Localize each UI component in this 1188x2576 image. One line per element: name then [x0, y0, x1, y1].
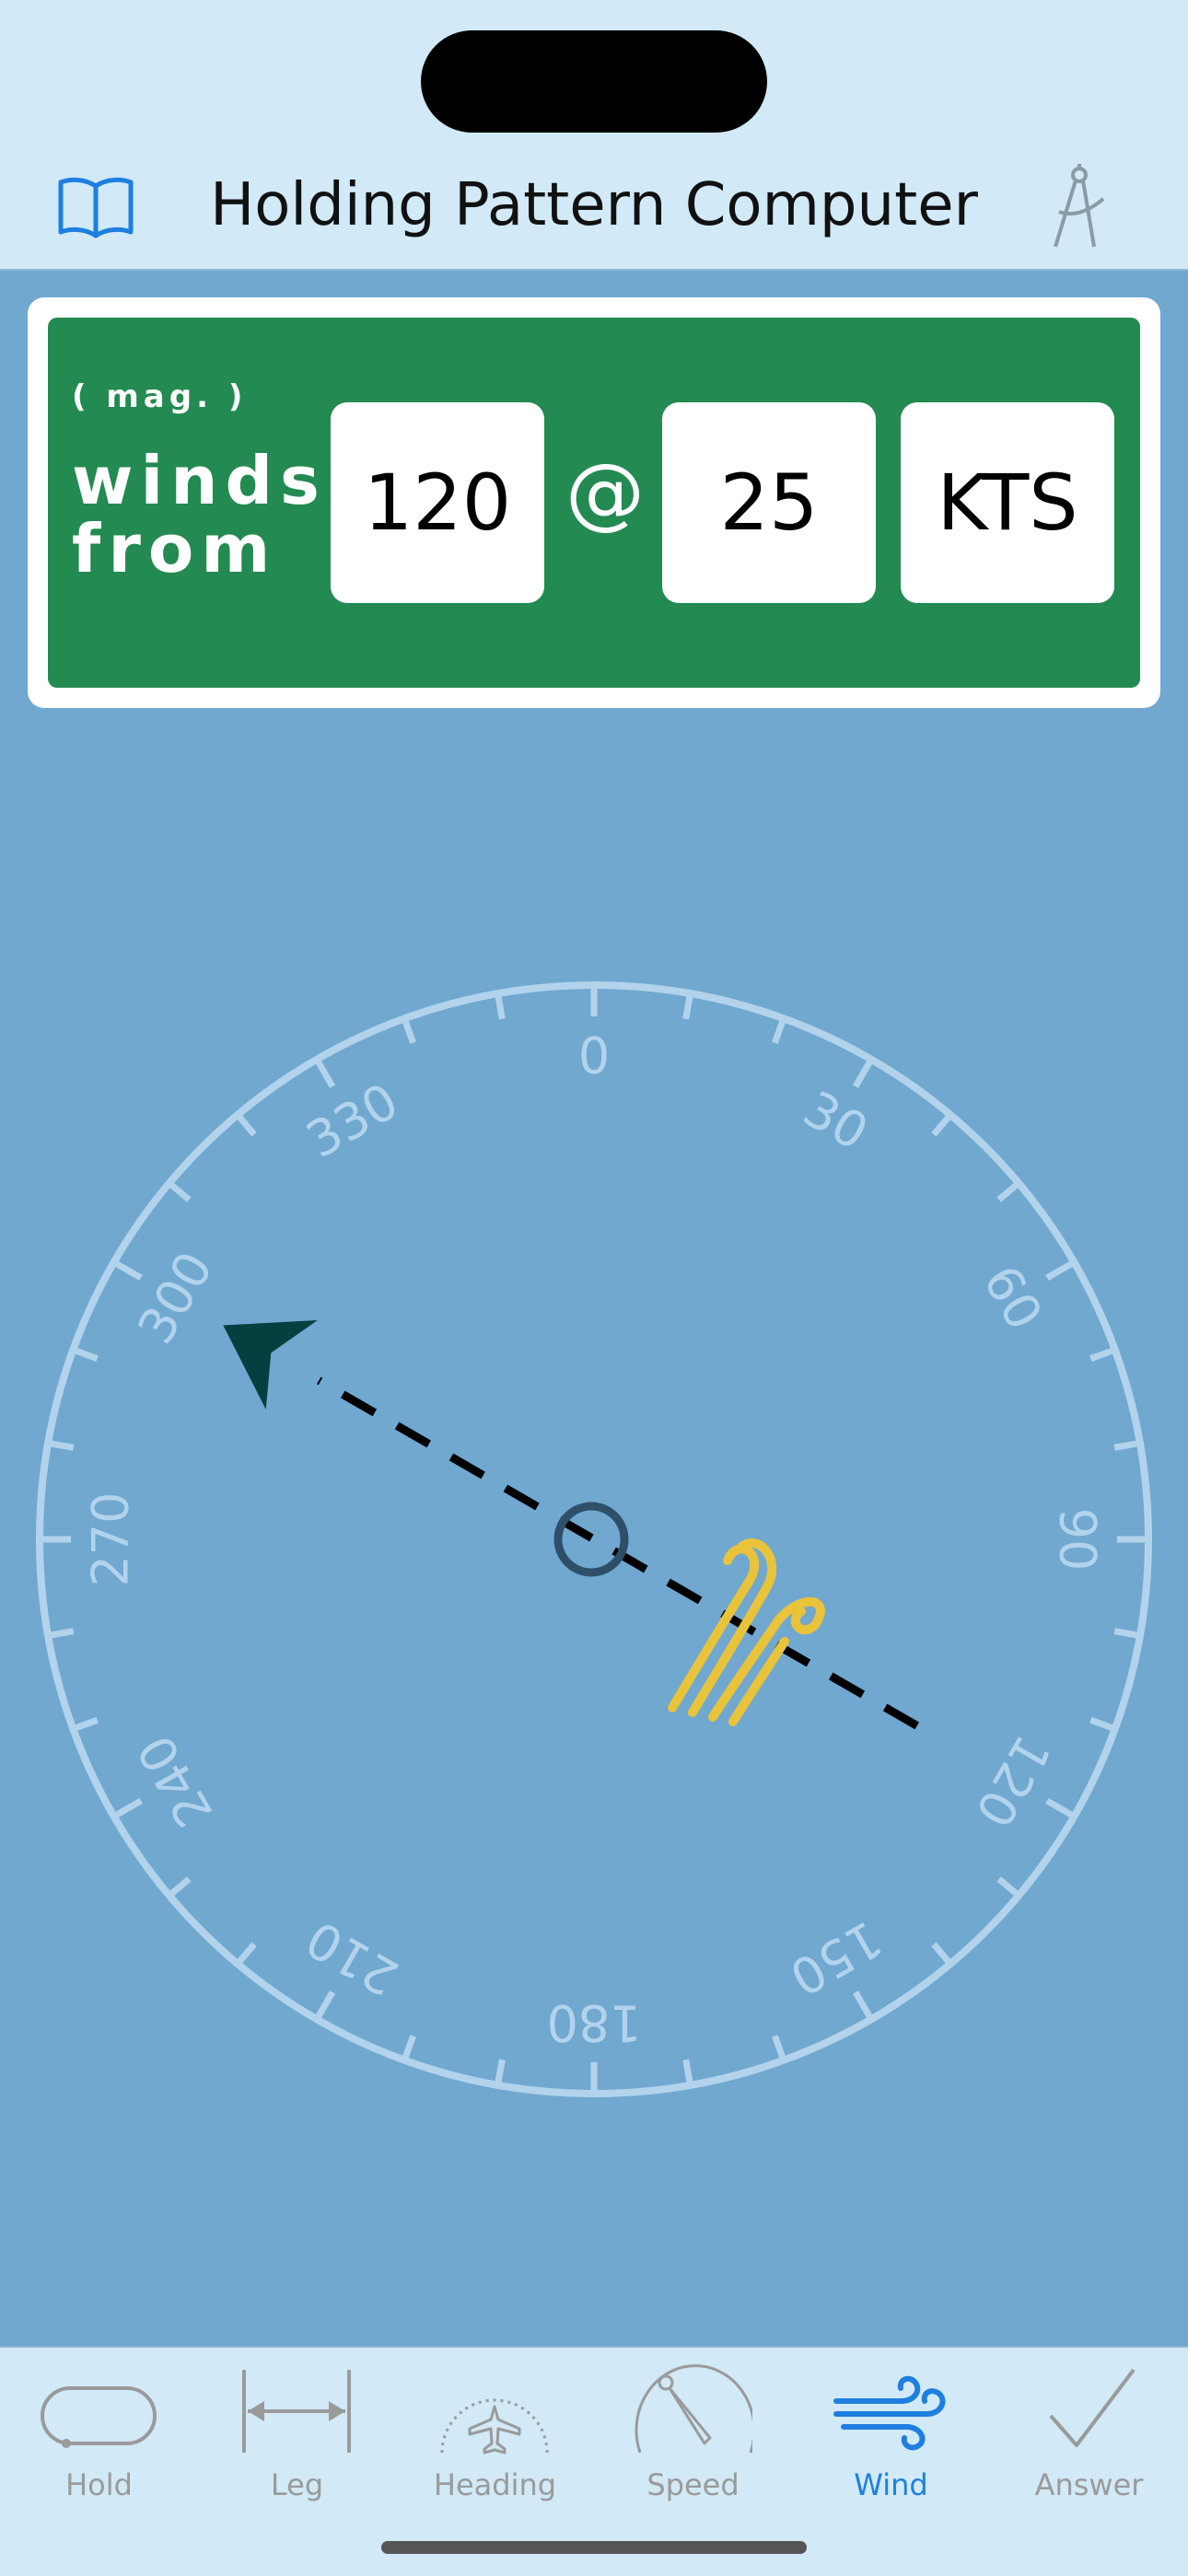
tab-wind[interactable]: Wind [792, 2348, 990, 2532]
compass-tick [931, 1112, 953, 1137]
magnetic-label: ( mag. ) [72, 378, 248, 415]
compass-tick [167, 1876, 192, 1898]
tab-heading[interactable]: Heading [396, 2348, 594, 2532]
wind-swirl-icon [668, 1538, 825, 1726]
compass-tick [852, 1990, 875, 2022]
compass-label: 270 [82, 1491, 140, 1586]
compass-tick [1113, 1440, 1141, 1451]
compass-tick [996, 1180, 1021, 1202]
wind-direction-field[interactable]: 120 [331, 402, 544, 603]
from-label: from [72, 510, 278, 587]
compass-tick [931, 1942, 953, 1967]
compass-tick [772, 1017, 787, 1044]
compass-label: 240 [126, 1725, 224, 1837]
compass-tick [235, 1112, 257, 1137]
compass-rose[interactable]: 0 30 60 90 120 150 180 210 240 270 300 330 [0, 957, 1188, 2154]
compass-tick [313, 1990, 336, 2022]
center-circle [553, 1502, 629, 1577]
at-sign: @ [565, 447, 645, 539]
compass-tick [682, 2059, 693, 2086]
compass-label: 0 [578, 1027, 610, 1085]
compass-tick [1089, 1346, 1116, 1362]
compass-tick [682, 992, 693, 1020]
compass-tick [47, 1628, 75, 1639]
compass-tick [313, 1057, 336, 1088]
tab-leg[interactable]: Leg [198, 2348, 396, 2532]
compass-label: 210 [297, 1909, 408, 2007]
wind-input-panel: ( mag. ) winds from 120 @ 25 KTS [48, 318, 1140, 688]
compass-tick [401, 2035, 416, 2061]
tab-leg-label: Leg [270, 2467, 324, 2502]
compass-label: 120 [964, 1725, 1062, 1837]
speed-unit-selector[interactable]: KTS [901, 402, 1114, 603]
tab-speed-label: Speed [646, 2467, 740, 2502]
page-title: Holding Pattern Computer [210, 171, 978, 239]
tab-speed[interactable]: Speed [594, 2348, 792, 2532]
navigation-bar: Holding Pattern Computer [0, 0, 1188, 271]
tab-heading-label: Heading [433, 2467, 557, 2502]
compass-tick [852, 1057, 875, 1088]
compass-tick [495, 992, 506, 1020]
wind-vector [223, 1320, 919, 1730]
leg-length-icon [242, 2370, 351, 2453]
compass-tick [1089, 1717, 1116, 1733]
compass-tick [1045, 1259, 1077, 1282]
compass-tick [996, 1876, 1021, 1898]
tab-answer-label: Answer [1034, 2467, 1144, 2502]
compass-tick [72, 1717, 99, 1733]
compass-tick [401, 1017, 416, 1044]
compass-label: 60 [972, 1256, 1054, 1340]
wind-input-card: ( mag. ) winds from 120 @ 25 KTS [28, 297, 1160, 708]
compass-tick [47, 1440, 75, 1451]
compass-label: 330 [297, 1072, 408, 1169]
home-indicator [381, 2541, 807, 2554]
wind-icon [833, 2375, 946, 2451]
tab-answer[interactable]: Answer [990, 2348, 1188, 2532]
dynamic-island [421, 30, 767, 133]
compass-tick [235, 1942, 257, 1967]
compass-label: 300 [126, 1242, 224, 1353]
tab-hold-label: Hold [65, 2467, 133, 2502]
hold-racetrack-icon [41, 2386, 157, 2448]
compass-tick [111, 1797, 143, 1820]
compass-tick [72, 1346, 99, 1362]
winds-from-label: winds from [72, 447, 327, 583]
wind-arrowhead [223, 1320, 318, 1410]
tab-wind-label: Wind [854, 2467, 928, 2502]
speed-gauge-icon [635, 2364, 752, 2454]
compass-tick [495, 2059, 506, 2086]
tab-hold[interactable]: Hold [0, 2348, 198, 2532]
compass-tick [1045, 1797, 1077, 1820]
checkmark-icon [1049, 2368, 1136, 2447]
heading-indicator-icon [440, 2398, 549, 2454]
compass-label: 30 [794, 1080, 878, 1162]
winds-label: winds [72, 442, 327, 519]
drafting-compass-icon[interactable] [1046, 162, 1112, 250]
compass-label: 180 [546, 1994, 641, 2052]
compass-tick [167, 1180, 192, 1202]
wind-speed-field[interactable]: 25 [662, 402, 876, 603]
compass-tick [111, 1259, 143, 1282]
compass-label: 150 [780, 1909, 891, 2007]
compass-tick [772, 2035, 787, 2061]
compass-label: 90 [1049, 1508, 1107, 1572]
compass-tick [1113, 1628, 1141, 1639]
